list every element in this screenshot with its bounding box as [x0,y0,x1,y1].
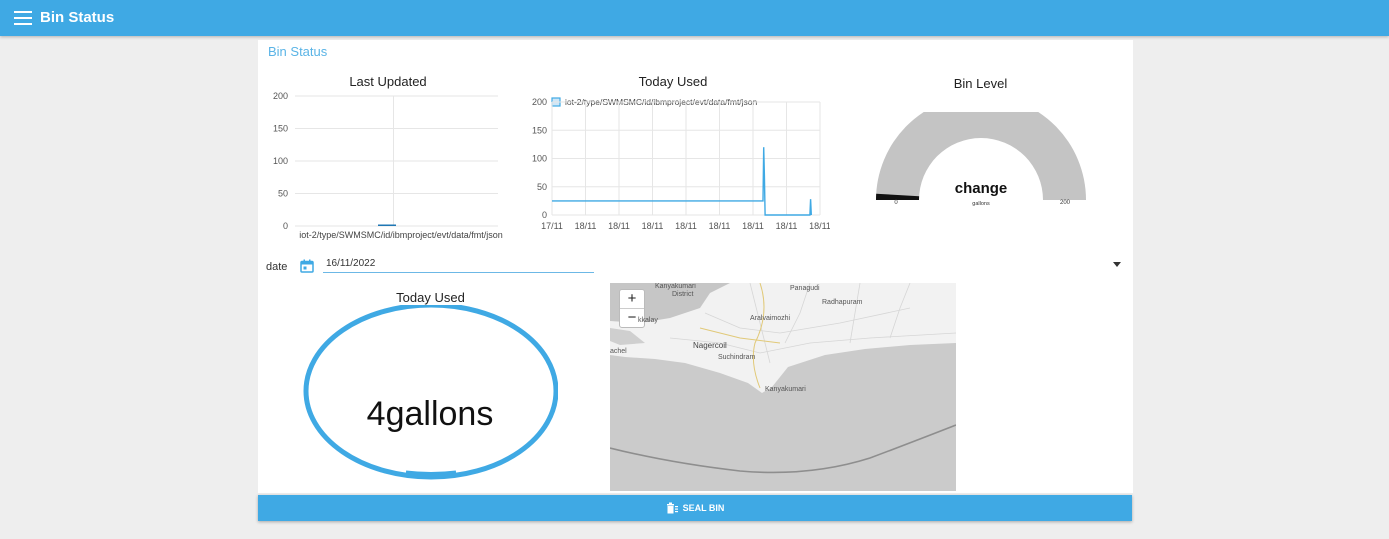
map[interactable]: + − Kanyakumari District Panagudi Radhap… [610,283,956,491]
x-tick-label: 18/11 [575,221,597,231]
y-tick-label: 50 [278,189,288,199]
date-input[interactable]: 16/11/2022 [323,256,594,273]
gauge-min: 0 [894,200,898,206]
y-tick-label: 0 [283,221,288,231]
last-updated-chart: 200 150 100 50 0 iot-2/type/SWMSMC/id/ibmpro… [273,91,503,240]
map-label: District [672,291,694,298]
x-tick-label: 18/11 [809,221,830,231]
bin-status-card: Bin Status Last Updated 200 150 100 50 0 iot… [258,40,1133,493]
x-tick-label: 18/11 [642,221,664,231]
x-tick-label: 18/11 [709,221,731,231]
map-label: Aralvaimozhi [750,315,791,322]
today-used-chart: iot-2/type/SWMSMC/id/ibmproject/evt/data… [532,97,830,231]
seal-bin-label: SEAL BIN [682,503,725,513]
page-title: Bin Status [40,9,115,26]
series-line [552,147,812,216]
today-used-value: 4gallons [366,395,494,433]
y-tick-label: 200 [273,91,288,101]
bin-level-title: Bin Level [953,76,1008,91]
menu-icon[interactable] [14,11,32,25]
x-tick-label: 17/11 [541,221,563,231]
seal-bin-button[interactable]: SEAL BIN [258,495,1132,521]
chart-bar [378,224,396,226]
gauge-units: gallons [972,201,990,207]
map-label: Nagercoil [693,341,727,350]
x-tick-label: 18/11 [742,221,764,231]
group-title: Bin Status [268,44,328,59]
y-tick-label: 100 [532,154,547,164]
last-updated-title: Last Updated [349,74,427,89]
y-tick-label: 150 [273,124,288,134]
y-tick-label: 200 [532,97,547,107]
date-row: date 16/11/2022 [258,256,1133,276]
gauge-value: change [955,180,1008,197]
zoom-in-button[interactable]: + [620,290,644,308]
map-label: Kanyakumari [655,283,696,290]
calendar-icon[interactable] [300,259,314,273]
gauge-max: 200 [1060,200,1071,206]
x-tick-label: 18/11 [776,221,798,231]
top-bar: Bin Status [0,0,1389,36]
x-tick-label: 18/11 [608,221,630,231]
map-label: Panagudi [790,285,820,292]
y-tick-label: 50 [537,182,547,192]
y-tick-label: 0 [542,210,547,220]
bin-icon [666,502,678,514]
today-used-text-title: Today Used [396,290,465,305]
date-label: date [266,261,288,273]
map-label: Radhapuram [822,299,863,306]
map-label: achel [610,348,627,355]
x-axis-label: iot-2/type/SWMSMC/id/ibmproject/evt/data… [299,230,503,240]
x-tick-label: 18/11 [675,221,697,231]
map-label: Suchindram [718,354,756,361]
y-tick-label: 150 [532,125,547,135]
map-label: Kanyakumari [765,386,806,393]
map-label: kkalay [638,317,658,324]
today-used-chart-title: Today Used [638,74,708,89]
chevron-down-icon[interactable] [1113,262,1121,267]
bin-level-gauge: change 0 200 gallons [876,112,1086,207]
y-tick-label: 100 [273,156,288,166]
